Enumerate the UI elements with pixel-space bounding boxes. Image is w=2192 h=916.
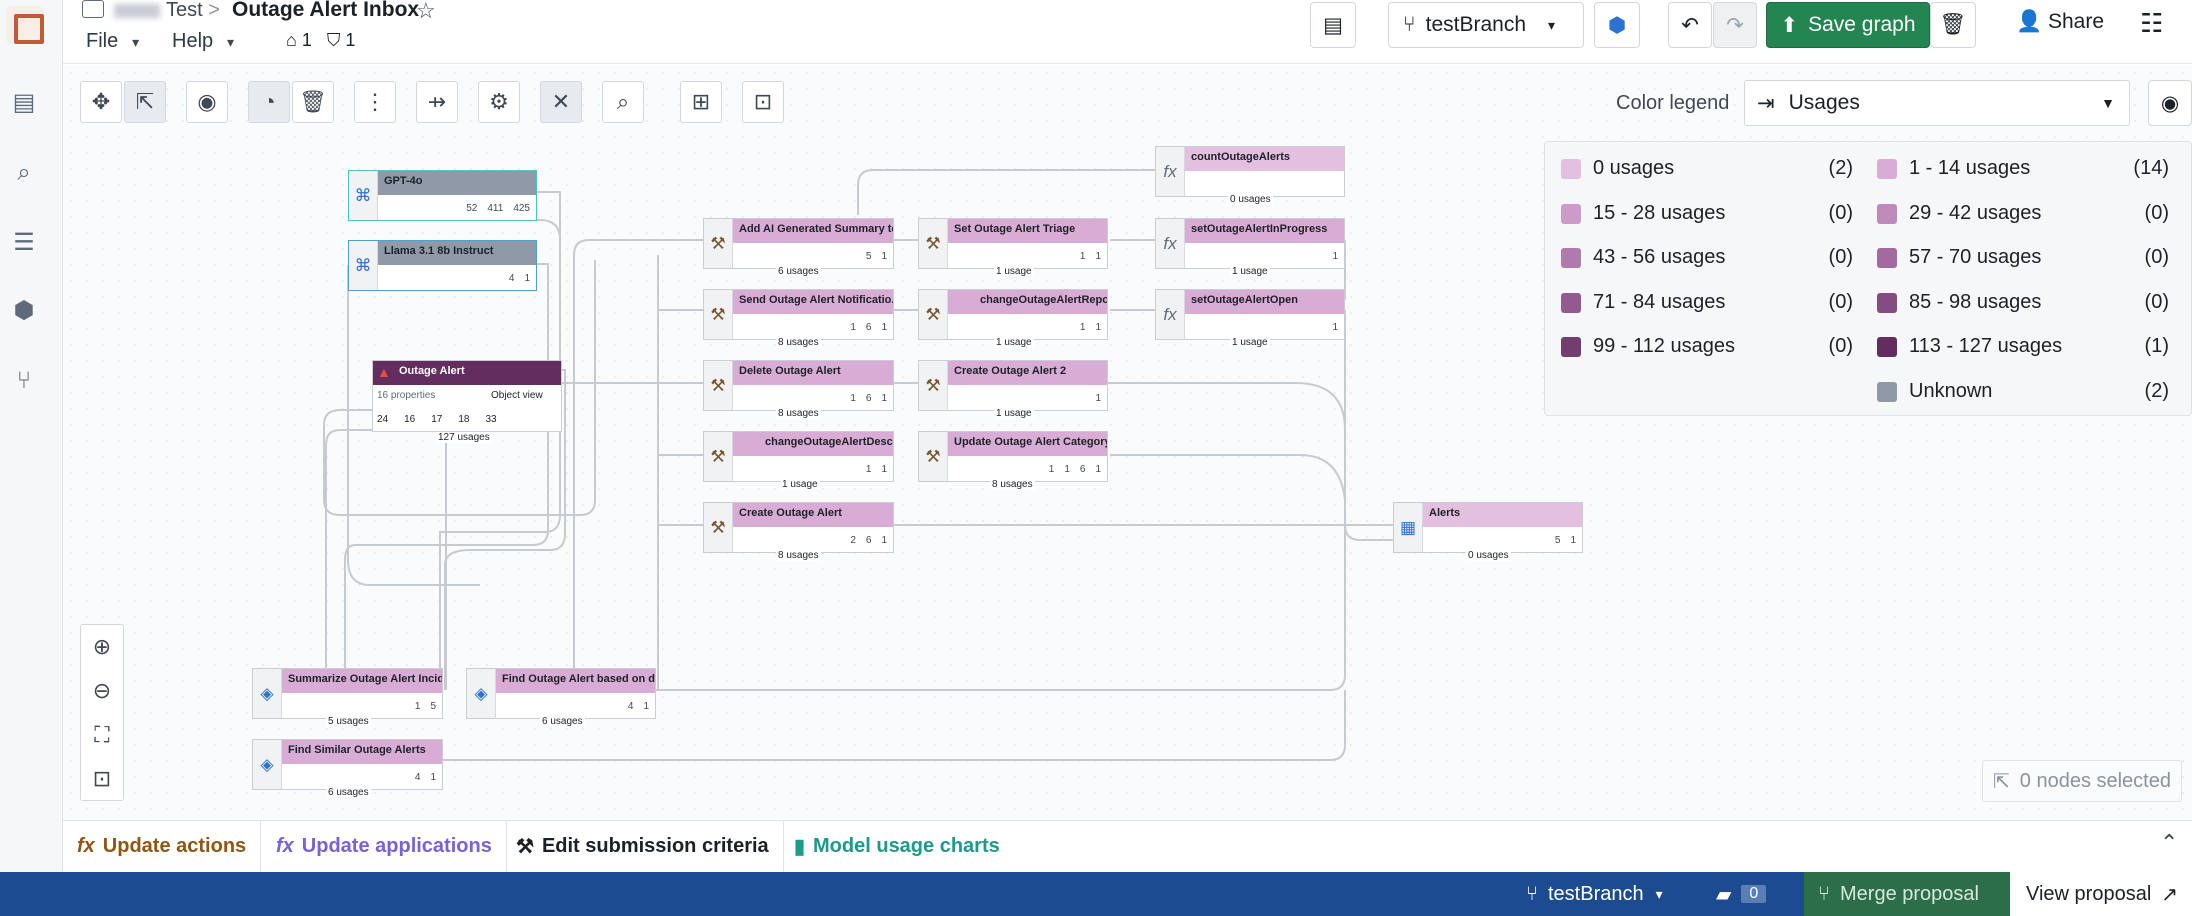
tab-model-usage-charts[interactable]: ▮ Model usage charts [780,820,1014,872]
zoom-out-icon[interactable]: ⊖ [81,669,123,713]
action-node[interactable]: ⚒ Send Outage Alert Notificatio... 1 6 1 [703,289,894,340]
legend-item: 0 usages (2) [1561,157,1853,180]
focus-icon[interactable]: ◉ [186,81,228,123]
settings-icon[interactable]: ⚙ [478,81,520,123]
action-node[interactable]: ⚒ Delete Outage Alert 1 6 1 [703,360,894,411]
view-proposal-button[interactable]: View proposal ↗ [2010,872,2192,916]
status-branch[interactable]: ⑂ testBranch ▾ [1526,872,1663,916]
function-icon: fx [276,834,294,857]
action-node[interactable]: ⚒ Update Outage Alert Category 1 1 6 1 [918,431,1108,482]
selection-status: ⇱ 0 nodes selected [1982,760,2182,802]
eye-icon[interactable]: ◉ [2148,80,2192,126]
legend-swatch [1561,158,1581,179]
gavel-icon: ⚒ [704,290,733,339]
network-icon[interactable]: ✕ [540,81,582,123]
action-node[interactable]: ⚒ Set Outage Alert Triage 1 1 [918,218,1108,269]
merge-icon: ⑂ [1818,882,1830,905]
zoom-controls: ⊕ ⊖ ⛶ ⊡ [80,624,124,801]
fit-view-icon[interactable]: ⛶ [81,713,123,757]
branch-icon: ⑂ [1526,882,1538,905]
legend-item: Unknown (2) [1877,380,2169,403]
link-arrow-icon[interactable]: ⇸ [416,81,458,123]
logic-node[interactable]: ◈ Summarize Outage Alert Incid... 1 5 [252,668,443,719]
legend-item: 85 - 98 usages (0) [1877,291,2169,314]
model-node-llama[interactable]: ⌘ Llama 3.1 8b Instruct 4 1 [348,240,537,291]
gavel-icon: ⚒ [704,432,733,481]
action-node[interactable]: ⚒ Add AI Generated Summary to... 5 1 [703,218,894,269]
color-legend-label: Color legend [1616,92,1730,114]
gavel-icon: ⚒ [919,361,948,410]
tab-update-applications[interactable]: fx Update applications [262,820,507,872]
action-node[interactable]: ⚒ changeOutageAlertDescr... 1 1 [703,431,894,482]
bar-chart-icon: ▮ [794,835,806,858]
model-icon: ⌘ [349,241,378,290]
legend-item: 71 - 84 usages (0) [1561,291,1853,314]
legend-item: 43 - 56 usages (0) [1561,246,1853,269]
application-node-alerts[interactable]: ▦ Alerts 5 1 [1393,502,1583,553]
legend-select[interactable]: ⇥ Usages ▼ [1744,80,2130,126]
legend-item: 29 - 42 usages (0) [1877,202,2169,225]
function-node[interactable]: fx countOutageAlerts [1155,146,1345,197]
select-cursor-icon: ⇱ [1993,770,2010,793]
arrow-right-icon: ⇥ [1757,91,1775,115]
gavel-icon: ⚒ [704,361,733,410]
legend-item: 15 - 28 usages (0) [1561,202,1853,225]
action-node[interactable]: ⚒ Create Outage Alert 2 6 1 [703,502,894,553]
function-icon: fx [1156,290,1185,339]
gavel-icon: ⚒ [704,219,733,268]
function-icon: fx [1156,147,1185,196]
function-node[interactable]: fx setOutageAlertInProgress 1 [1155,218,1345,269]
merge-proposal-button[interactable]: ⑂ Merge proposal [1804,872,2010,916]
select-tool-icon[interactable]: ⇱ [124,81,166,123]
legend-item: 113 - 127 usages (1) [1877,335,2169,358]
move-tool-icon[interactable]: ✥ [80,81,122,123]
trash-icon[interactable]: 🗑 [292,81,334,123]
present-icon[interactable]: ⊡ [81,757,123,801]
legend-item: 57 - 70 usages (0) [1877,246,2169,269]
status-folder[interactable]: ▰ 0 [1716,872,1767,916]
function-icon: fx [77,834,95,857]
logic-icon: ◈ [253,740,282,789]
folder-icon: ▰ [1716,883,1732,906]
object-node-outage-alert[interactable]: Outage Alert ▲ 16 properties Object view… [372,360,562,432]
tab-edit-submission-criteria[interactable]: ⚒ Edit submission criteria [502,820,784,872]
action-node[interactable]: ⚒ changeOutageAlertRepo... 1 1 [918,289,1108,340]
gavel-icon: ⚒ [919,219,948,268]
remove-clear-icon[interactable]: ◔ [248,81,290,123]
present-icon[interactable]: ⊡ [742,81,784,123]
add-text-icon[interactable]: ⊞ [680,81,722,123]
model-node-gpt[interactable]: ⌘ GPT-4o 52 411 425 [348,170,537,221]
color-legend-panel: 0 usages (2) 1 - 14 usages (14) 15 - 28 us… [1544,141,2192,416]
model-icon: ⌘ [349,171,378,220]
zoom-in-icon[interactable]: ⊕ [81,625,123,669]
logic-node[interactable]: ◈ Find Similar Outage Alerts 4 1 [252,739,443,790]
warning-icon: ▲ [377,364,391,380]
action-node[interactable]: ⚒ Create Outage Alert 21 [918,360,1108,411]
logic-icon: ◈ [253,669,282,718]
gavel-icon: ⚒ [919,432,948,481]
gavel-icon: ⚒ [919,290,948,339]
function-node[interactable]: fx setOutageAlertOpen 1 [1155,289,1345,340]
search-icon[interactable]: ⌕ [602,81,644,123]
gavel-icon: ⚒ [516,835,534,858]
logic-icon: ◈ [467,669,496,718]
gavel-icon: ⚒ [704,503,733,552]
logic-node[interactable]: ◈ Find Outage Alert based on de... 4 1 [466,668,656,719]
legend-item: 1 - 14 usages (14) [1877,157,2169,180]
function-icon: fx [1156,219,1185,268]
collapse-up-icon[interactable]: ⌃ [2160,830,2178,856]
layout-tree-icon[interactable]: ⋮ [354,81,396,123]
app-icon: ▦ [1394,503,1423,552]
legend-item: 99 - 112 usages (0) [1561,335,1853,358]
external-link-icon: ↗ [2161,883,2179,906]
tab-update-actions[interactable]: fx Update actions [63,820,262,872]
